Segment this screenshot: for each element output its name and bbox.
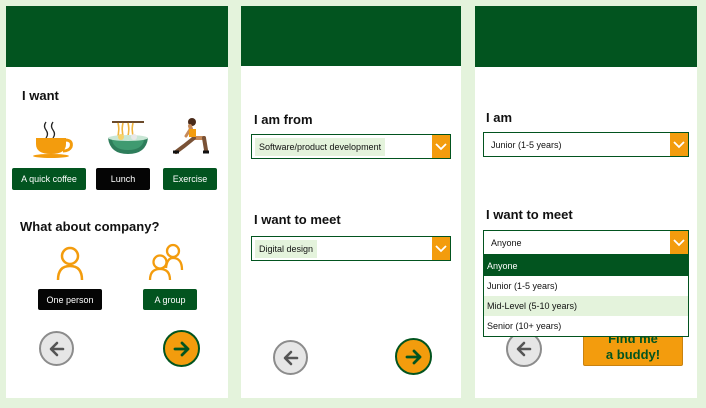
heading-company: What about company? <box>20 219 160 234</box>
heading-i-am: I am <box>486 110 513 125</box>
next-button[interactable] <box>163 330 200 367</box>
company-group-button[interactable]: A group <box>143 289 197 310</box>
find-buddy-label-line2: a buddy! <box>605 347 661 362</box>
from-dropdown[interactable]: Software/product development <box>251 134 451 159</box>
option-mid-level[interactable]: Mid-Level (5-10 years) <box>484 296 688 316</box>
level-dropdown[interactable]: Junior (1-5 years) <box>483 132 689 157</box>
option-senior[interactable]: Senior (10+ years) <box>484 316 688 336</box>
heading-i-am-from: I am from <box>254 112 313 127</box>
chevron-down-icon[interactable] <box>670 133 688 156</box>
screen-activity: I want A quick coffee Lunch Exercise Wha… <box>6 6 228 398</box>
option-junior[interactable]: Junior (1-5 years) <box>484 276 688 296</box>
meet-dropdown[interactable]: Digital design <box>251 236 451 261</box>
screen-background: I am from Software/product development I… <box>241 6 461 398</box>
exercise-icon <box>170 116 214 160</box>
screen-experience: I am Junior (1-5 years) I want to meet A… <box>475 6 697 398</box>
arrow-left-icon <box>516 341 532 357</box>
meet-level-dropdown[interactable]: Anyone <box>483 230 689 255</box>
heading-i-want-to-meet: I want to meet <box>486 207 573 222</box>
arrow-right-icon <box>173 341 189 356</box>
app-header <box>6 6 228 67</box>
activity-lunch-button[interactable]: Lunch <box>96 168 150 190</box>
arrow-right-icon <box>405 349 421 364</box>
chevron-down-icon[interactable] <box>432 237 450 260</box>
from-dropdown-value: Software/product development <box>255 138 386 156</box>
next-button[interactable] <box>395 338 432 375</box>
group-icon <box>147 242 185 282</box>
chevron-down-icon[interactable] <box>670 231 688 254</box>
arrow-left-icon <box>283 350 298 365</box>
back-button[interactable] <box>273 340 308 375</box>
person-icon <box>55 246 85 282</box>
chevron-down-icon[interactable] <box>432 135 450 158</box>
app-header <box>475 6 697 67</box>
meet-dropdown-value: Digital design <box>255 240 318 258</box>
heading-i-want: I want <box>22 88 59 103</box>
meet-level-options-list: Anyone Junior (1-5 years) Mid-Level (5-1… <box>483 255 689 337</box>
arrow-left-icon <box>49 341 64 356</box>
meet-level-dropdown-value: Anyone <box>491 238 522 248</box>
coffee-icon <box>30 120 74 158</box>
activity-exercise-button[interactable]: Exercise <box>163 168 217 190</box>
app-header <box>241 6 461 66</box>
heading-i-want-to-meet: I want to meet <box>254 212 341 227</box>
activity-coffee-button[interactable]: A quick coffee <box>12 168 86 190</box>
back-button[interactable] <box>39 331 74 366</box>
noodle-bowl-icon <box>106 118 150 158</box>
level-dropdown-value: Junior (1-5 years) <box>491 140 562 150</box>
option-anyone[interactable]: Anyone <box>484 256 688 276</box>
company-one-person-button[interactable]: One person <box>38 289 102 310</box>
